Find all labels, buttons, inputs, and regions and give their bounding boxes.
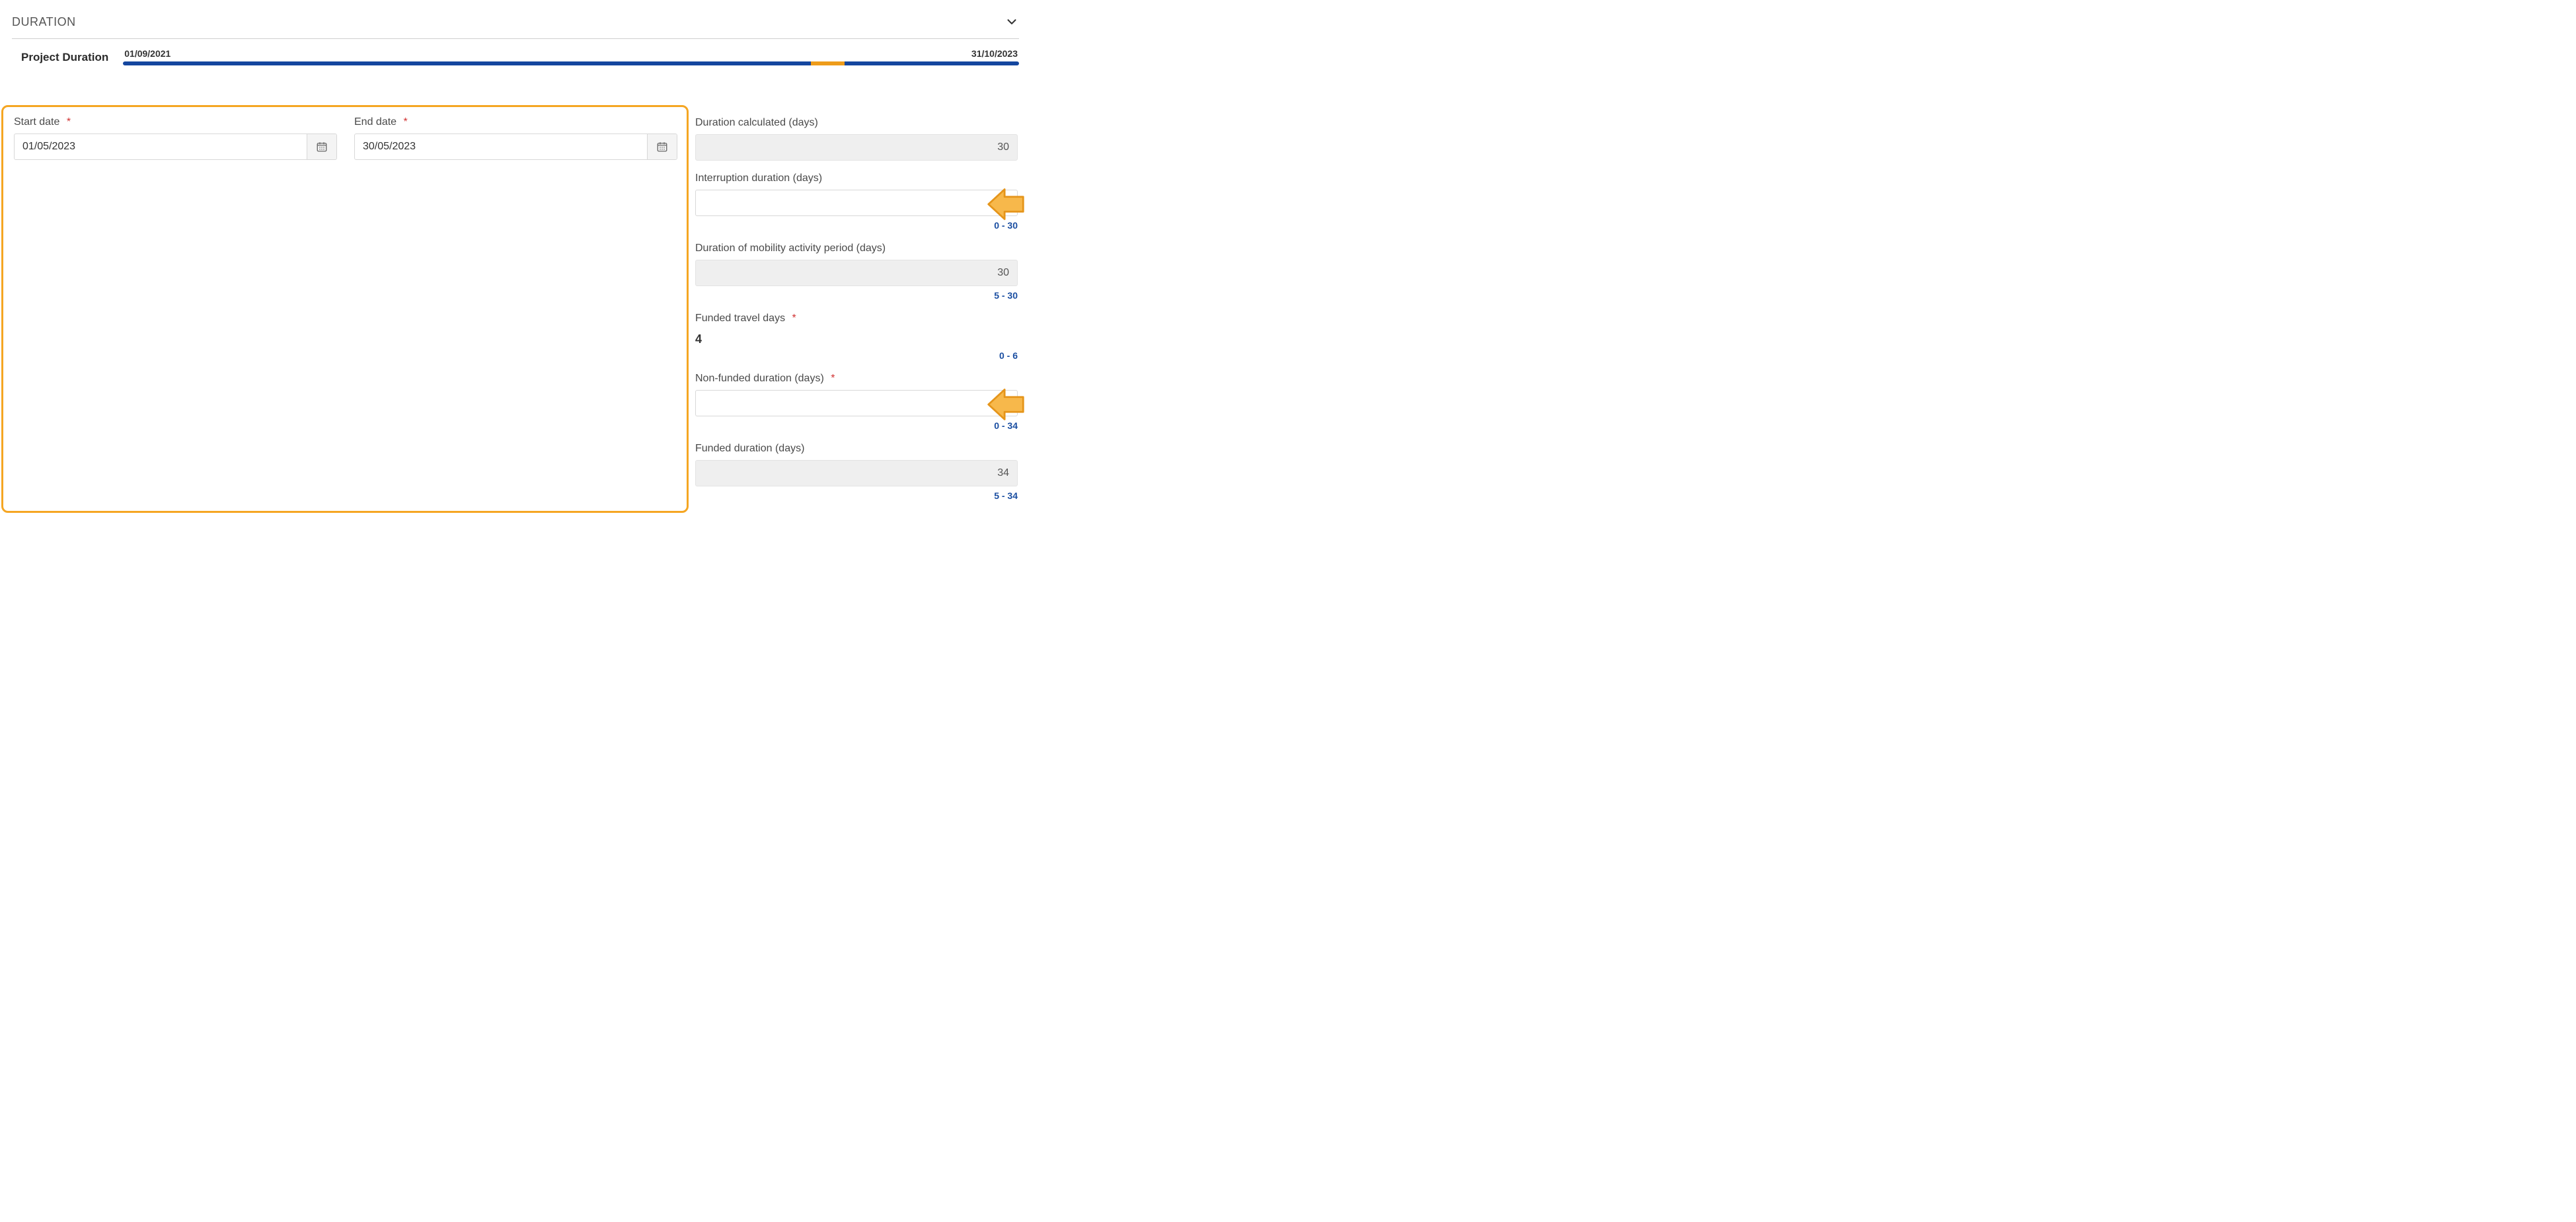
- non-funded-duration-hint: 0 - 34: [695, 420, 1018, 431]
- duration-calculated-field: Duration calculated (days): [695, 117, 1018, 161]
- start-date-label: Start date: [14, 116, 59, 128]
- end-date-field: End date *: [354, 116, 676, 160]
- funded-duration-label: Funded duration (days): [695, 443, 1018, 455]
- non-funded-duration-input[interactable]: [695, 390, 1018, 416]
- interruption-duration-hint: 0 - 30: [695, 220, 1018, 231]
- interruption-duration-input[interactable]: [695, 190, 1018, 216]
- timeline-activity-marker: [811, 61, 844, 65]
- end-date-label: End date: [354, 116, 397, 128]
- date-range-highlight: Start date *: [1, 105, 689, 513]
- non-funded-duration-label: Non-funded duration (days): [695, 373, 824, 384]
- funded-travel-hint: 0 - 6: [695, 350, 1018, 361]
- end-date-input-group[interactable]: [354, 134, 677, 160]
- funded-travel-field: Funded travel days * 4 0 - 6: [695, 313, 1018, 361]
- interruption-duration-label: Interruption duration (days): [695, 172, 1018, 184]
- non-funded-duration-field: Non-funded duration (days) * 0 - 34: [695, 373, 1018, 431]
- start-date-field: Start date *: [14, 116, 336, 160]
- funded-duration-field: Funded duration (days) 5 - 34: [695, 443, 1018, 501]
- project-duration-timeline: 01/09/2021 31/10/2023: [123, 48, 1019, 65]
- start-date-input[interactable]: [15, 134, 307, 159]
- section-header[interactable]: DURATION: [12, 11, 1019, 39]
- project-end-date: 31/10/2023: [971, 48, 1018, 59]
- mobility-period-field: Duration of mobility activity period (da…: [695, 243, 1018, 301]
- interruption-duration-field: Interruption duration (days) 0 - 30: [695, 172, 1018, 231]
- funded-duration-value: [695, 460, 1018, 486]
- mobility-period-hint: 5 - 30: [695, 290, 1018, 301]
- funded-travel-value: 4: [695, 330, 1018, 346]
- project-duration-row: Project Duration 01/09/2021 31/10/2023: [12, 39, 1019, 65]
- funded-travel-label: Funded travel days: [695, 313, 785, 324]
- duration-calculated-value: [695, 134, 1018, 161]
- mobility-period-label: Duration of mobility activity period (da…: [695, 243, 1018, 254]
- required-asterisk: *: [404, 116, 408, 128]
- required-asterisk: *: [831, 373, 835, 384]
- start-date-input-group[interactable]: [14, 134, 337, 160]
- mobility-period-value: [695, 260, 1018, 286]
- duration-calculated-label: Duration calculated (days): [695, 117, 1018, 129]
- project-start-date: 01/09/2021: [124, 48, 170, 59]
- required-asterisk: *: [67, 116, 71, 128]
- section-title: DURATION: [12, 15, 76, 29]
- project-duration-label: Project Duration: [21, 51, 108, 65]
- calendar-icon[interactable]: [307, 134, 336, 159]
- required-asterisk: *: [792, 313, 796, 324]
- chevron-down-icon[interactable]: [1004, 15, 1019, 29]
- funded-duration-hint: 5 - 34: [695, 490, 1018, 501]
- calendar-icon[interactable]: [647, 134, 677, 159]
- end-date-input[interactable]: [355, 134, 647, 159]
